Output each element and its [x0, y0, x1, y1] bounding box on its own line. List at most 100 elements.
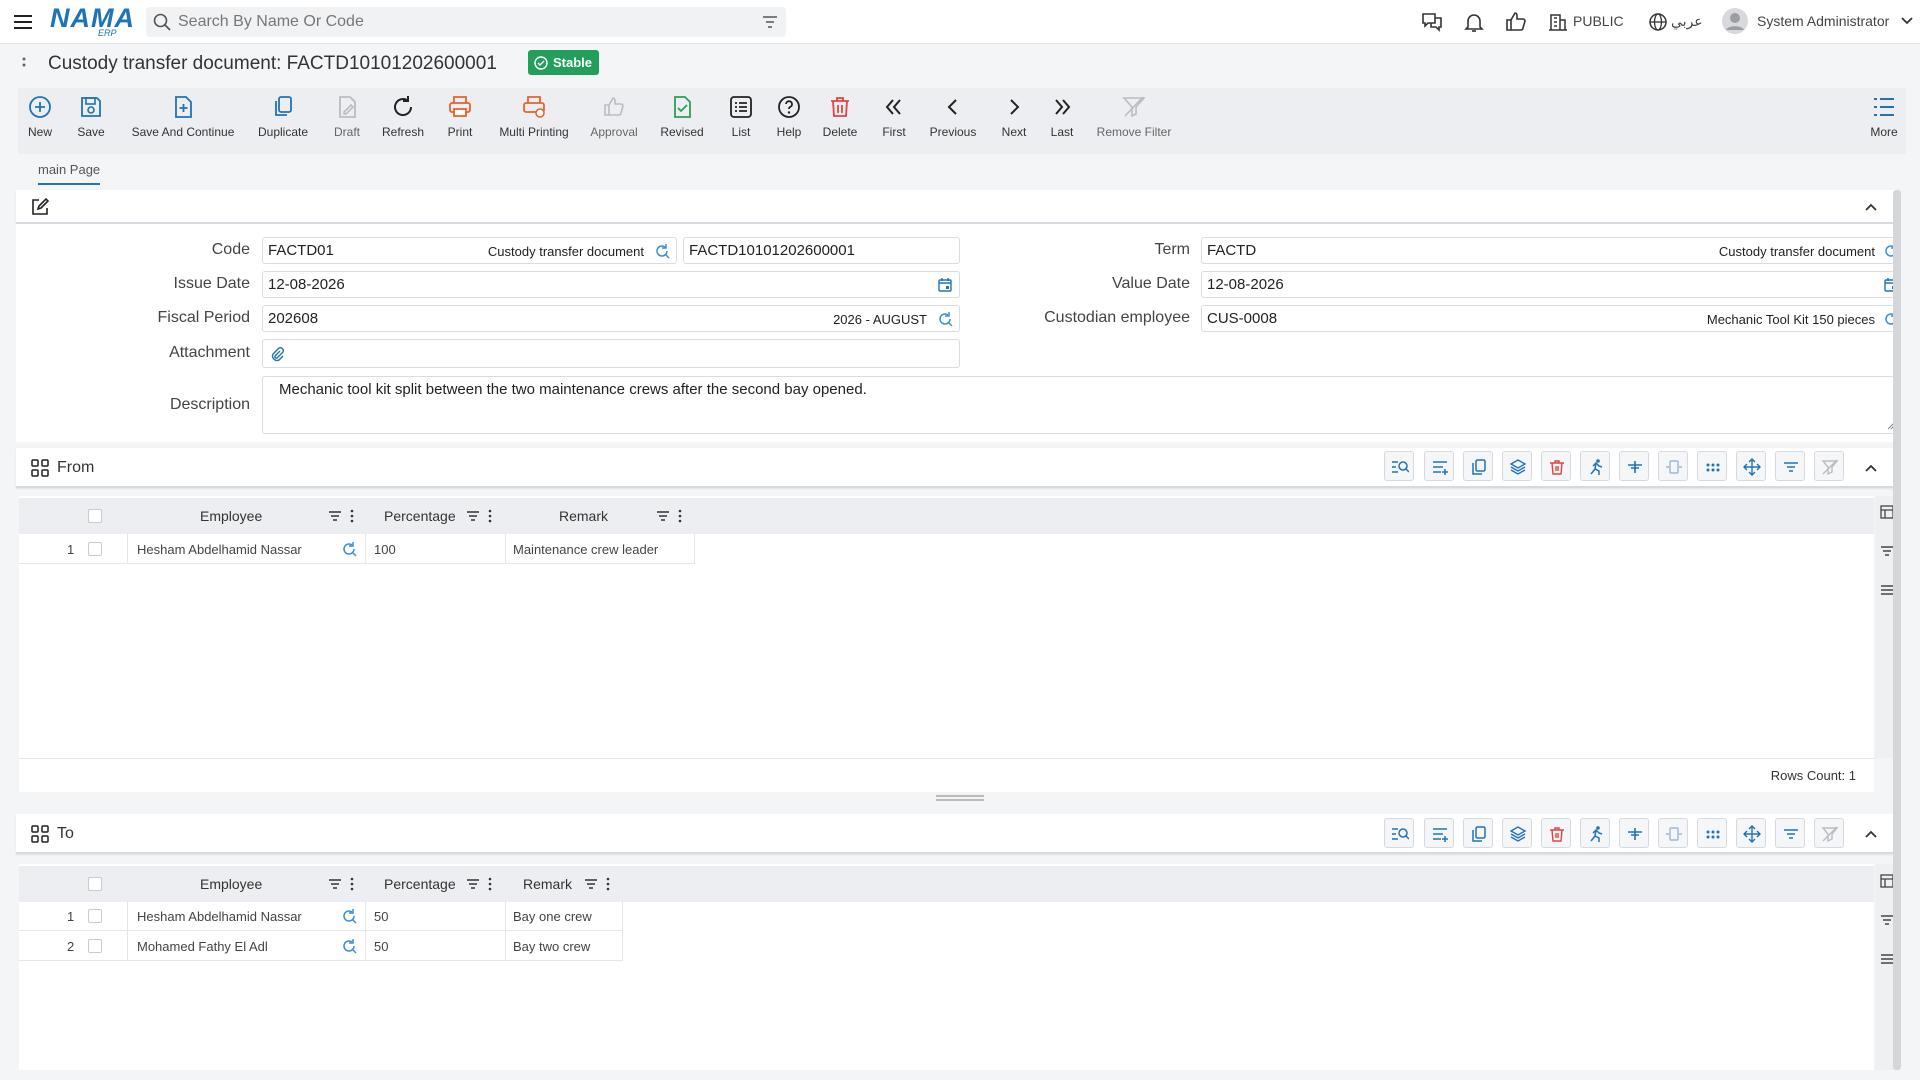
chevron-down-icon[interactable] [1900, 14, 1914, 28]
table-row[interactable]: 2 Mohamed Fathy El Adl 50 Bay two crew [19, 931, 623, 961]
edit-icon[interactable] [30, 197, 50, 217]
grid-merge-button[interactable] [1619, 818, 1649, 848]
first-button[interactable]: First [879, 94, 909, 139]
lines-icon[interactable] [1880, 952, 1894, 966]
calendar-icon[interactable] [937, 277, 953, 293]
grid-remove-filter-button[interactable] [1814, 818, 1844, 848]
row-checkbox[interactable] [88, 939, 102, 953]
column-filter-icon[interactable] [328, 509, 342, 523]
column-header-employee[interactable]: Employee [200, 876, 262, 892]
grid-move-button[interactable] [1736, 818, 1766, 848]
select-all-checkbox[interactable] [88, 877, 102, 891]
revised-button[interactable]: Revised [658, 94, 706, 139]
employee-cell[interactable]: Mohamed Fathy El Adl [137, 939, 268, 954]
lookup-icon[interactable] [654, 243, 670, 259]
collapse-chevron-up-icon[interactable] [1864, 827, 1878, 841]
previous-button[interactable]: Previous [928, 94, 978, 139]
column-header-employee[interactable]: Employee [200, 508, 262, 524]
percentage-cell[interactable]: 50 [374, 939, 388, 954]
grid-dots-button[interactable] [1697, 451, 1727, 481]
last-button[interactable]: Last [1047, 94, 1077, 139]
app-logo[interactable]: NAMA ERP [50, 5, 134, 39]
document-number-field[interactable]: FACTD10101202600001 [683, 237, 960, 264]
employee-cell[interactable]: Hesham Abdelhamid Nassar [137, 542, 302, 557]
grid-dots-button[interactable] [1697, 818, 1727, 848]
lookup-icon[interactable] [937, 311, 953, 327]
new-button[interactable]: New [26, 94, 54, 139]
menu-icon[interactable] [13, 12, 33, 32]
column-filter-icon[interactable] [584, 877, 598, 891]
remark-cell[interactable]: Maintenance crew leader [513, 542, 658, 557]
filter-icon[interactable] [1880, 544, 1894, 558]
help-button[interactable]: Help [774, 94, 804, 139]
tab-main-page[interactable]: main Page [38, 162, 101, 185]
grid-run-button[interactable] [1580, 451, 1610, 481]
code-field[interactable]: FACTD01 Custody transfer document [262, 237, 677, 264]
paperclip-icon[interactable] [269, 346, 285, 362]
approval-button[interactable]: Approval [589, 94, 639, 139]
grid-add-row-button[interactable] [1424, 451, 1454, 481]
user-menu[interactable]: System Administrator [1757, 13, 1889, 29]
grid-run-button[interactable] [1580, 818, 1610, 848]
print-button[interactable]: Print [445, 94, 475, 139]
columns-icon[interactable] [1880, 505, 1894, 519]
grid-search-button[interactable] [1384, 451, 1414, 481]
save-button[interactable]: Save [76, 94, 106, 139]
column-header-percentage[interactable]: Percentage [384, 508, 456, 524]
table-row[interactable]: 1 Hesham Abdelhamid Nassar 100 Maintenan… [19, 534, 695, 564]
select-all-checkbox[interactable] [88, 509, 102, 523]
column-header-remark[interactable]: Remark [559, 508, 608, 524]
grid-layers-button[interactable] [1502, 818, 1532, 848]
row-checkbox[interactable] [88, 909, 102, 923]
filter-icon[interactable] [762, 14, 778, 30]
grid-remove-filter-button[interactable] [1814, 451, 1844, 481]
save-and-continue-button[interactable]: Save And Continue [130, 94, 236, 139]
refresh-button[interactable]: Refresh [381, 94, 425, 139]
percentage-cell[interactable]: 50 [374, 909, 388, 924]
columns-icon[interactable] [1880, 874, 1894, 888]
duplicate-button[interactable]: Duplicate [256, 94, 310, 139]
next-button[interactable]: Next [999, 94, 1029, 139]
grid-filter-button[interactable] [1775, 818, 1805, 848]
column-filter-icon[interactable] [466, 877, 480, 891]
column-menu-icon[interactable] [350, 877, 354, 891]
language-switch[interactable]: عربي [1671, 13, 1703, 30]
drag-handle-icon[interactable] [21, 56, 27, 72]
company-selector[interactable]: PUBLIC [1573, 13, 1624, 29]
table-row[interactable]: 1 Hesham Abdelhamid Nassar 50 Bay one cr… [19, 901, 623, 931]
attachment-field[interactable] [262, 339, 960, 368]
column-menu-icon[interactable] [606, 877, 610, 891]
lookup-icon[interactable] [341, 938, 357, 954]
column-menu-icon[interactable] [678, 509, 682, 523]
grid-delete-button[interactable] [1541, 818, 1571, 848]
description-textarea[interactable]: Mechanic tool kit split between the two … [262, 376, 1900, 434]
remark-cell[interactable]: Bay two crew [513, 939, 590, 954]
notification-bell-icon[interactable] [1462, 10, 1486, 34]
grid-column-width-button[interactable] [1658, 451, 1688, 481]
column-filter-icon[interactable] [328, 877, 342, 891]
collapse-chevron-up-icon[interactable] [1864, 461, 1878, 475]
page-scrollbar[interactable] [1893, 190, 1901, 1070]
column-filter-icon[interactable] [656, 509, 670, 523]
filter-icon[interactable] [1880, 913, 1894, 927]
remark-cell[interactable]: Bay one crew [513, 909, 592, 924]
lookup-icon[interactable] [341, 541, 357, 557]
value-date-field[interactable]: 12-08-2026 [1201, 271, 1900, 298]
grid-filter-button[interactable] [1775, 451, 1805, 481]
remove-filter-button[interactable]: Remove Filter [1094, 94, 1174, 139]
grid-add-row-button[interactable] [1424, 818, 1454, 848]
chat-icon[interactable] [1420, 10, 1444, 34]
issue-date-field[interactable]: 12-08-2026 [262, 271, 960, 298]
column-menu-icon[interactable] [488, 877, 492, 891]
column-header-percentage[interactable]: Percentage [384, 876, 456, 892]
grid-merge-button[interactable] [1619, 451, 1649, 481]
grid-copy-button[interactable] [1463, 818, 1493, 848]
column-menu-icon[interactable] [488, 509, 492, 523]
fiscal-period-field[interactable]: 202608 2026 - AUGUST [262, 305, 960, 332]
grid-search-button[interactable] [1384, 818, 1414, 848]
custodian-employee-field[interactable]: CUS-0008 Mechanic Tool Kit 150 pieces [1201, 305, 1900, 332]
splitter-handle[interactable] [935, 795, 985, 801]
search-input[interactable] [178, 11, 738, 33]
lookup-icon[interactable] [341, 908, 357, 924]
multi-printing-button[interactable]: Multi Printing [494, 94, 574, 139]
